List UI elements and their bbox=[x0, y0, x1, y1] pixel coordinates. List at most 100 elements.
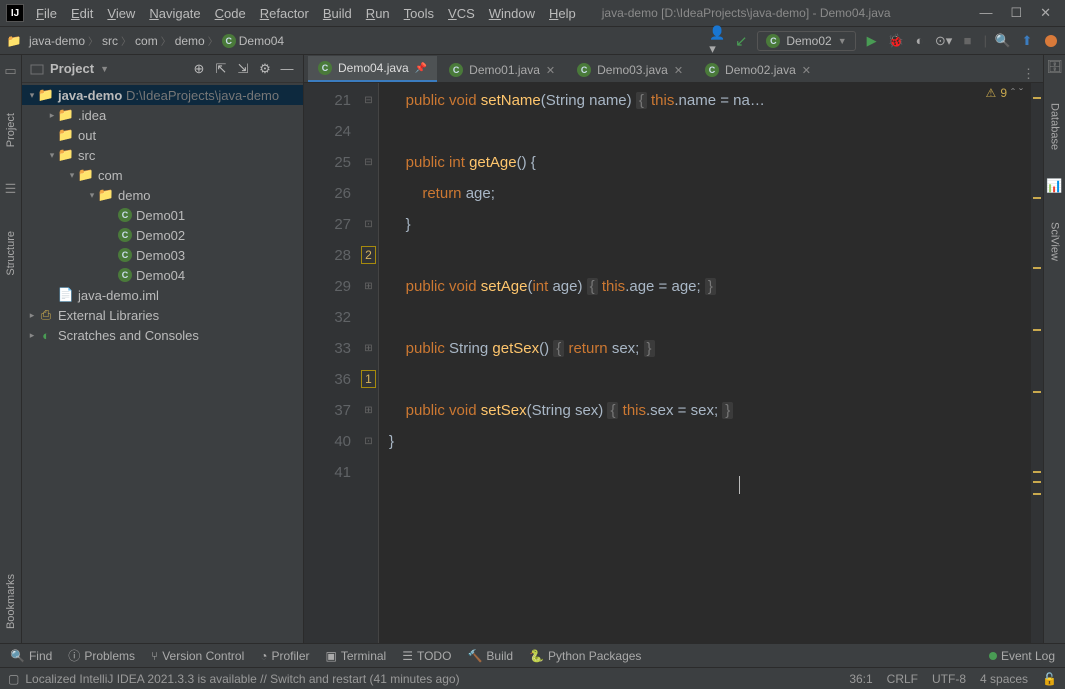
class-icon: C bbox=[222, 34, 236, 48]
inspection-badge[interactable]: ⚠ 9 ˆ ˇ bbox=[986, 86, 1023, 100]
settings-icon[interactable]: ⚙ bbox=[257, 61, 273, 77]
tree-ext-lib[interactable]: ▸⎙External Libraries bbox=[22, 305, 303, 325]
bottom-toolbar: 🔍Find ⓘProblems ⑂Version Control ◔Profil… bbox=[0, 643, 1065, 667]
close-tab-icon[interactable]: ✕ bbox=[802, 64, 811, 77]
status-eol[interactable]: CRLF bbox=[887, 672, 918, 686]
menu-refactor[interactable]: Refactor bbox=[254, 3, 315, 24]
tree-class-demo04[interactable]: CDemo04 bbox=[22, 265, 303, 285]
status-message[interactable]: Localized IntelliJ IDEA 2021.3.3 is avai… bbox=[25, 672, 459, 686]
tab-demo03-java[interactable]: CDemo03.java✕ bbox=[567, 58, 693, 82]
info-icon: ⓘ bbox=[68, 647, 80, 664]
class-icon: C bbox=[118, 228, 132, 242]
code-editor[interactable]: 21242526272829323336374041 ⊟ ⊟ ⊡2⊞ ⊞1⊞⊡ … bbox=[304, 83, 1043, 643]
add-user-icon[interactable]: 👤▾ bbox=[709, 33, 725, 49]
project-tree[interactable]: ▾📁 java-demo D:\IdeaProjects\java-demo ▸… bbox=[22, 83, 303, 643]
tab-sciview[interactable]: SciView bbox=[1047, 218, 1063, 265]
status-collapse-icon[interactable]: ▢ bbox=[8, 672, 19, 686]
database-tool-icon[interactable]: 🗄 bbox=[1047, 59, 1063, 75]
run-icon[interactable]: ▶ bbox=[864, 33, 880, 49]
crumb-com[interactable]: com〉 bbox=[135, 33, 171, 48]
tool-vcs[interactable]: ⑂Version Control bbox=[151, 649, 244, 663]
menu-vcs[interactable]: VCS bbox=[442, 3, 481, 24]
tree-out[interactable]: 📁out bbox=[22, 125, 303, 145]
collapse-all-icon[interactable]: ⇲ bbox=[235, 61, 251, 77]
fold-gutter[interactable]: ⊟ ⊟ ⊡2⊞ ⊞1⊞⊡ bbox=[359, 83, 379, 643]
select-opened-icon[interactable]: ⊕ bbox=[191, 61, 207, 77]
tree-class-demo02[interactable]: CDemo02 bbox=[22, 225, 303, 245]
gauge-icon: ◔ bbox=[260, 649, 267, 663]
menu-help[interactable]: Help bbox=[543, 3, 582, 24]
menu-run[interactable]: Run bbox=[360, 3, 396, 24]
tool-problems[interactable]: ⓘProblems bbox=[68, 647, 135, 664]
breadcrumb: 📁java-demo〉 src〉 com〉 demo〉 CDemo04 bbox=[6, 33, 284, 48]
project-tool-icon[interactable]: ▭ bbox=[3, 63, 19, 79]
prev-highlight-icon[interactable]: ˆ bbox=[1011, 86, 1015, 100]
tree-root[interactable]: ▾📁 java-demo D:\IdeaProjects\java-demo bbox=[22, 85, 303, 105]
tool-profiler[interactable]: ◔Profiler bbox=[260, 649, 309, 663]
tree-src[interactable]: ▾📁src bbox=[22, 145, 303, 165]
menu-window[interactable]: Window bbox=[483, 3, 541, 24]
tree-class-demo03[interactable]: CDemo03 bbox=[22, 245, 303, 265]
status-encoding[interactable]: UTF-8 bbox=[932, 672, 966, 686]
readonly-lock-icon[interactable]: 🔓 bbox=[1042, 672, 1057, 686]
status-indent[interactable]: 4 spaces bbox=[980, 672, 1028, 686]
hide-icon[interactable]: — bbox=[279, 61, 295, 77]
tool-event-log[interactable]: Event Log bbox=[989, 649, 1055, 663]
error-stripe[interactable] bbox=[1031, 83, 1043, 643]
crumb-demo[interactable]: demo〉 bbox=[175, 33, 218, 48]
tabs-menu-icon[interactable]: ⋮ bbox=[1022, 66, 1043, 82]
tree-iml[interactable]: 📄java-demo.iml bbox=[22, 285, 303, 305]
tool-find[interactable]: 🔍Find bbox=[10, 649, 52, 663]
minimize-button[interactable]: — bbox=[979, 5, 992, 21]
menu-edit[interactable]: Edit bbox=[65, 3, 99, 24]
debug-icon[interactable]: 🐞 bbox=[888, 33, 904, 49]
tab-structure[interactable]: Structure bbox=[3, 227, 19, 280]
tab-demo04-java[interactable]: CDemo04.java📌 bbox=[308, 56, 437, 82]
run-config-selector[interactable]: C Demo02 ▼ bbox=[757, 31, 855, 51]
search-icon[interactable]: 🔍 bbox=[995, 33, 1011, 49]
project-panel: Project ▼ ⊕ ⇱ ⇲ ⚙ — ▾📁 java-demo D:\Idea… bbox=[22, 55, 304, 643]
tree-class-demo01[interactable]: CDemo01 bbox=[22, 205, 303, 225]
tab-database[interactable]: Database bbox=[1047, 99, 1063, 154]
coverage-icon[interactable]: ◐ bbox=[912, 33, 928, 49]
pin-icon[interactable]: 📌 bbox=[415, 63, 427, 74]
tree-scratches[interactable]: ▸◐Scratches and Consoles bbox=[22, 325, 303, 345]
status-caret-pos[interactable]: 36:1 bbox=[849, 672, 872, 686]
profile-icon[interactable]: ⊙▾ bbox=[936, 33, 952, 49]
close-tab-icon[interactable]: ✕ bbox=[674, 64, 683, 77]
structure-tool-icon[interactable]: ☰ bbox=[3, 181, 19, 197]
menu-view[interactable]: View bbox=[101, 3, 141, 24]
code-content[interactable]: public void setName(String name) { this.… bbox=[379, 83, 1043, 643]
tool-python[interactable]: 🐍Python Packages bbox=[529, 649, 641, 663]
close-tab-icon[interactable]: ✕ bbox=[546, 64, 555, 77]
tab-demo01-java[interactable]: CDemo01.java✕ bbox=[439, 58, 565, 82]
menu-build[interactable]: Build bbox=[317, 3, 358, 24]
tab-demo02-java[interactable]: CDemo02.java✕ bbox=[695, 58, 821, 82]
crumb-demo04[interactable]: CDemo04 bbox=[222, 34, 284, 48]
updates-icon[interactable]: ⬆ bbox=[1019, 33, 1035, 49]
next-highlight-icon[interactable]: ˇ bbox=[1019, 86, 1023, 100]
menu-tools[interactable]: Tools bbox=[398, 3, 440, 24]
crumb-src[interactable]: src〉 bbox=[102, 33, 131, 48]
dropdown-icon[interactable]: ▼ bbox=[100, 64, 109, 74]
tab-project[interactable]: Project bbox=[3, 109, 19, 151]
status-bar: ▢ Localized IntelliJ IDEA 2021.3.3 is av… bbox=[0, 667, 1065, 689]
tree-idea[interactable]: ▸📁.idea bbox=[22, 105, 303, 125]
tab-bookmarks[interactable]: Bookmarks bbox=[3, 570, 19, 633]
menu-file[interactable]: File bbox=[30, 3, 63, 24]
menu-navigate[interactable]: Navigate bbox=[143, 3, 206, 24]
tool-terminal[interactable]: ▣Terminal bbox=[326, 649, 387, 663]
tool-build[interactable]: 🔨Build bbox=[467, 649, 513, 663]
tool-todo[interactable]: ☰TODO bbox=[402, 649, 451, 663]
stop-icon[interactable]: ■ bbox=[960, 33, 976, 49]
close-button[interactable]: ✕ bbox=[1040, 5, 1051, 21]
crumb-java-demo[interactable]: 📁java-demo〉 bbox=[6, 33, 98, 48]
tree-com[interactable]: ▾📁com bbox=[22, 165, 303, 185]
sciview-tool-icon[interactable]: 📊 bbox=[1047, 178, 1063, 194]
tree-demo[interactable]: ▾📁demo bbox=[22, 185, 303, 205]
menu-code[interactable]: Code bbox=[209, 3, 252, 24]
ide-icon[interactable] bbox=[1043, 33, 1059, 49]
expand-all-icon[interactable]: ⇱ bbox=[213, 61, 229, 77]
back-arrow-icon[interactable]: ↙ bbox=[733, 33, 749, 49]
maximize-button[interactable]: ☐ bbox=[1010, 5, 1022, 21]
